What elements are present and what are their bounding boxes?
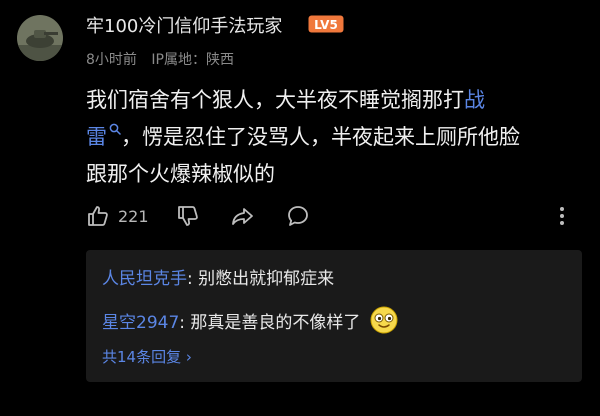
view-all-replies-link[interactable]: 共14条回复 ›	[102, 346, 192, 367]
search-link-part-2[interactable]: 雷	[86, 125, 107, 149]
reply-item[interactable]: 星空2947: 那真是善良的不像样了	[102, 306, 398, 334]
reply-text: 别憋出就抑郁症来	[198, 269, 335, 289]
comment-meta: 8小时前 IP属地：陕西	[86, 49, 244, 69]
reply-text: 那真是善良的不像样了	[190, 313, 361, 333]
content-line-3: 跟那个火爆辣椒似的	[86, 162, 275, 186]
avatar-image	[17, 15, 63, 61]
level-badge-text: LV5	[314, 18, 338, 32]
avatar[interactable]	[17, 15, 63, 61]
reply-button[interactable]	[286, 204, 310, 228]
thumbs-up-icon	[88, 206, 108, 226]
reply-author[interactable]: 星空2947	[102, 313, 179, 333]
share-button[interactable]	[230, 204, 256, 228]
thumbs-down-icon	[178, 206, 198, 226]
level-badge-icon: LV5	[308, 15, 344, 33]
reply-preview-box[interactable]: 人民坦克手: 别憋出就抑郁症来 星空2947: 那真是善良的不像样了 共14条回…	[86, 250, 582, 382]
like-count: 221	[118, 206, 149, 226]
reply-item[interactable]: 人民坦克手: 别憋出就抑郁症来	[102, 264, 334, 289]
comment-bubble-icon	[288, 206, 308, 226]
content-line-1: 我们宿舍有个狠人，大半夜不睡觉搁那打战	[86, 88, 485, 112]
action-bar: 221	[86, 204, 586, 236]
search-link-part-1[interactable]: 战	[464, 88, 485, 112]
ip-location: IP属地：陕西	[151, 52, 234, 68]
username[interactable]: 牢100冷门信仰手法玩家	[86, 12, 282, 38]
comment-content: 我们宿舍有个狠人，大半夜不睡觉搁那打战 雷，愣是忍住了没骂人，半夜起来上厕所他脸…	[86, 82, 576, 193]
more-vertical-icon	[560, 207, 564, 225]
like-button[interactable]: 221	[86, 204, 149, 228]
dislike-button[interactable]	[176, 204, 200, 228]
content-line-2: 雷，愣是忍住了没骂人，半夜起来上厕所他脸	[86, 123, 520, 149]
comment-time: 8小时前	[86, 52, 137, 68]
search-icon[interactable]	[109, 123, 121, 135]
reply-author[interactable]: 人民坦克手	[102, 269, 187, 289]
share-icon	[232, 208, 253, 225]
more-options-button[interactable]	[558, 204, 566, 228]
smiling-emoji-icon	[370, 306, 398, 334]
